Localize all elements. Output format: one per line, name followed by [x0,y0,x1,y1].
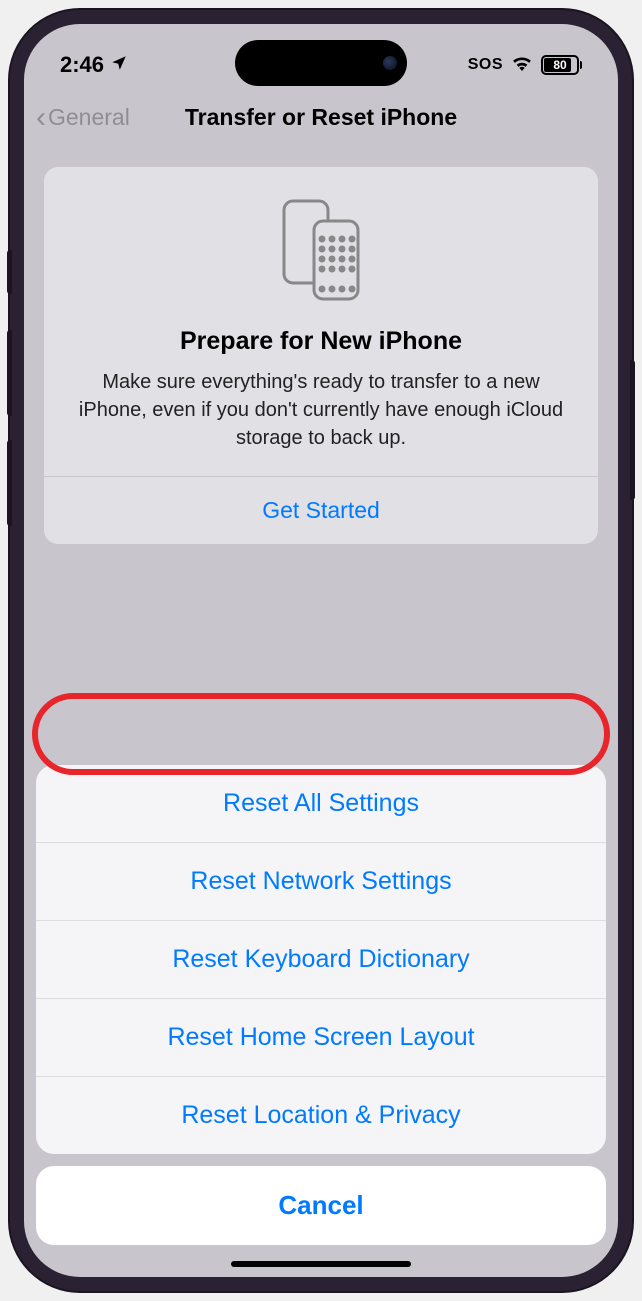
page-title: Transfer or Reset iPhone [185,104,457,131]
status-time: 2:46 [60,52,104,78]
device-frame: 2:46 SOS 80 [10,10,632,1291]
sos-indicator: SOS [468,56,503,74]
back-button[interactable]: ‹ General [36,103,130,133]
reset-network-settings-button[interactable]: Reset Network Settings [36,843,606,921]
chevron-left-icon: ‹ [36,103,46,133]
dynamic-island [235,40,407,86]
volume-up-button [7,330,12,416]
card-title: Prepare for New iPhone [64,327,578,356]
screen: 2:46 SOS 80 [24,24,618,1277]
battery-indicator: 80 [541,55,582,75]
nav-bar: ‹ General Transfer or Reset iPhone [24,86,618,145]
action-sheet: Reset Reset All Settings Reset Network S… [24,765,618,1277]
cancel-button[interactable]: Cancel [36,1166,606,1245]
sheet-options: Reset All Settings Reset Network Setting… [36,765,606,1154]
transfer-phones-icon [64,195,578,305]
highlight-annotation [32,693,610,775]
reset-home-screen-layout-button[interactable]: Reset Home Screen Layout [36,999,606,1077]
mute-switch [7,250,12,294]
get-started-button[interactable]: Get Started [64,477,578,544]
power-button [630,360,635,500]
reset-all-settings-button[interactable]: Reset All Settings [36,765,606,843]
location-icon [110,52,128,78]
prepare-card: Prepare for New iPhone Make sure everyth… [44,167,598,544]
battery-level: 80 [553,58,566,72]
back-label: General [48,104,130,131]
front-camera [383,56,397,70]
wifi-icon [511,55,533,76]
reset-location-privacy-button[interactable]: Reset Location & Privacy [36,1077,606,1154]
volume-down-button [7,440,12,526]
reset-keyboard-dictionary-button[interactable]: Reset Keyboard Dictionary [36,921,606,999]
home-indicator[interactable] [231,1261,411,1267]
card-description: Make sure everything's ready to transfer… [64,368,578,452]
